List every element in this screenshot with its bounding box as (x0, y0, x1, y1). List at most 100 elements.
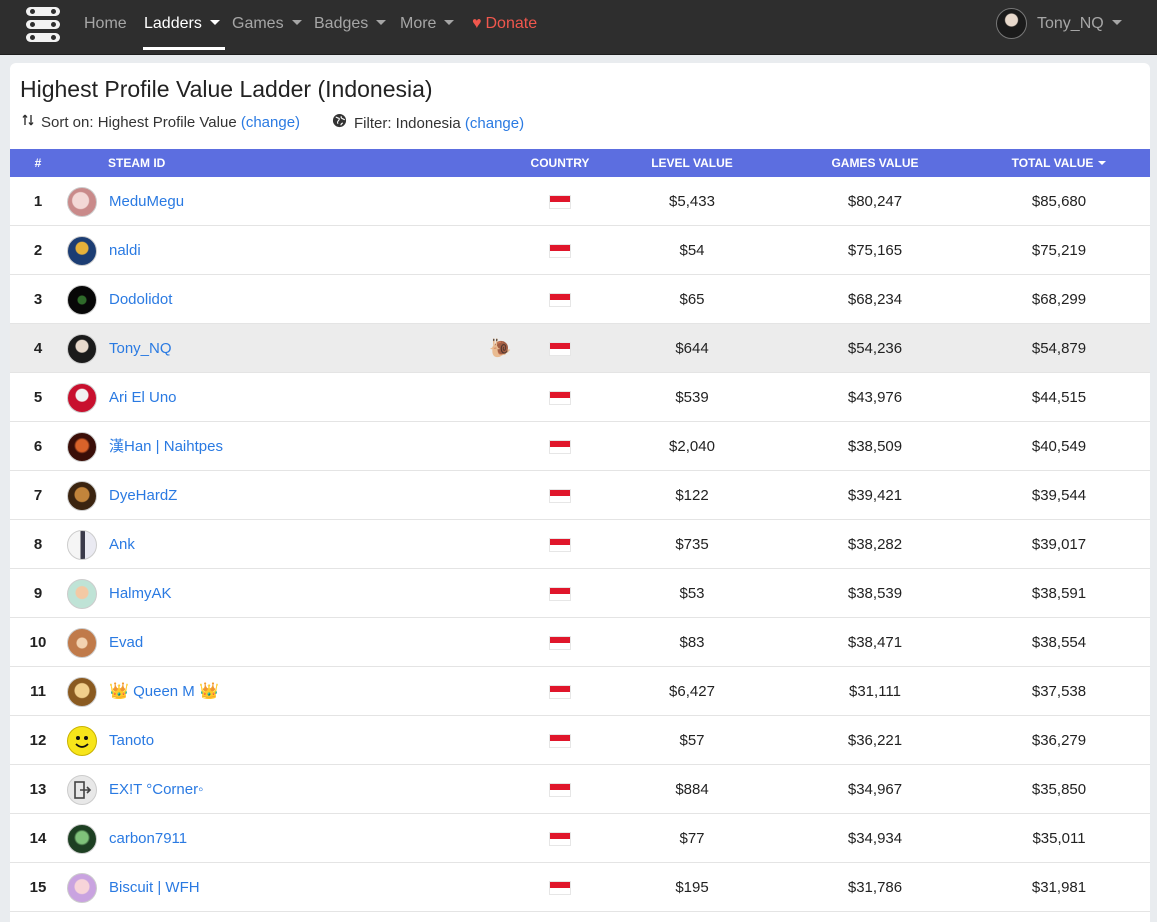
avatar[interactable] (67, 873, 97, 903)
total-value: $54,879 (1031, 340, 1087, 357)
level-value: $6,427 (669, 683, 715, 700)
player-name-link[interactable]: carbon7911 (109, 814, 187, 863)
player-name-link[interactable]: Biscuit | WFH (109, 863, 200, 912)
level-value: $53 (679, 585, 705, 602)
crown-icon: 👑 (198, 683, 219, 700)
games-value: $39,421 (847, 487, 903, 504)
avatar[interactable] (67, 432, 97, 462)
player-name-label: Queen M (133, 683, 195, 700)
games-value: $43,976 (847, 389, 903, 406)
rank: 14 (29, 830, 47, 847)
player-name-link[interactable]: MeduMegu (109, 177, 184, 226)
filter-change-link[interactable]: (change) (465, 115, 524, 132)
games-value: $38,471 (847, 634, 903, 651)
indonesia-flag-icon (549, 489, 571, 503)
header-total-value[interactable]: TOTAL VALUE (989, 149, 1129, 177)
player-name-link[interactable]: Evad (109, 618, 143, 667)
avatar[interactable] (67, 187, 97, 217)
nav-badges[interactable]: Badges (314, 0, 387, 50)
player-name-link[interactable]: 👑 Queen M 👑 (109, 667, 219, 716)
nav-home-label: Home (84, 15, 127, 32)
table-row: 10 Evad $83 $38,471 $38,554 (10, 618, 1150, 667)
level-value: $5,433 (669, 193, 715, 210)
level-value: $539 (675, 389, 709, 406)
nav-donate[interactable]: ♥ Donate (472, 0, 537, 50)
player-name-link[interactable]: Ari El Uno (109, 373, 177, 422)
header-steam-id[interactable]: STEAM ID (108, 149, 165, 177)
level-value: $77 (679, 830, 705, 847)
avatar[interactable] (67, 824, 97, 854)
avatar[interactable] (67, 628, 97, 658)
user-menu[interactable]: Tony_NQ (1037, 0, 1122, 50)
total-value: $75,219 (1031, 242, 1087, 259)
level-value: $57 (679, 732, 705, 749)
avatar[interactable] (67, 775, 97, 805)
player-name-link[interactable]: naldi (109, 226, 141, 275)
sort-icon (22, 113, 34, 131)
nav-more[interactable]: More (400, 0, 455, 50)
rank: 6 (33, 438, 43, 455)
page-title: Highest Profile Value Ladder (Indonesia) (20, 76, 433, 102)
indonesia-flag-icon (549, 832, 571, 846)
site-logo-icon[interactable] (24, 6, 62, 44)
player-name-link[interactable]: Tanoto (109, 716, 154, 765)
top-navbar: Home Ladders Games Badges More ♥ Donate T… (0, 0, 1157, 55)
nav-more-label: More (400, 15, 437, 32)
smiley-avatar[interactable] (67, 726, 97, 756)
nav-badges-label: Badges (314, 15, 369, 32)
avatar[interactable] (67, 334, 97, 364)
ladder-table-body: 1 MeduMegu $5,433 $80,247 $85,680 2 nald… (10, 177, 1150, 912)
player-name-link[interactable]: Dodolidot (109, 275, 172, 324)
avatar[interactable] (67, 481, 97, 511)
player-name-link[interactable]: DyeHardZ (109, 471, 177, 520)
nav-home[interactable]: Home (84, 0, 127, 50)
avatar[interactable] (67, 383, 97, 413)
rank: 8 (33, 536, 43, 553)
indonesia-flag-icon (549, 538, 571, 552)
player-name-link[interactable]: Ank (109, 520, 135, 569)
avatar[interactable] (67, 236, 97, 266)
level-value: $735 (675, 536, 709, 553)
table-header: # STEAM ID COUNTRY LEVEL VALUE GAMES VAL… (10, 149, 1150, 177)
sort-info: Sort on: Highest Profile Value (change) (22, 113, 300, 131)
level-value: $65 (679, 291, 705, 308)
games-value: $80,247 (847, 193, 903, 210)
indonesia-flag-icon (549, 391, 571, 405)
player-name-link[interactable]: HalmyAK (109, 569, 172, 618)
header-total-value-label: TOTAL VALUE (1011, 156, 1094, 170)
total-value: $36,279 (1031, 732, 1087, 749)
avatar[interactable] (67, 677, 97, 707)
level-value: $644 (675, 340, 709, 357)
nav-ladders-label: Ladders (144, 15, 202, 32)
globe-icon (332, 113, 347, 132)
player-name-link[interactable]: 漢Han | Naihtpes (109, 422, 223, 471)
games-value: $36,221 (847, 732, 903, 749)
games-value: $54,236 (847, 340, 903, 357)
games-value: $34,967 (847, 781, 903, 798)
player-name-link[interactable]: Tony_NQ (109, 324, 172, 373)
avatar[interactable] (67, 530, 97, 560)
user-avatar[interactable] (996, 8, 1027, 39)
table-row: 1 MeduMegu $5,433 $80,247 $85,680 (10, 177, 1150, 226)
header-rank: # (34, 156, 42, 170)
header-level-value[interactable]: LEVEL VALUE (622, 149, 762, 177)
total-value: $85,680 (1031, 193, 1087, 210)
rank: 4 (33, 340, 43, 357)
nav-donate-label: Donate (485, 15, 538, 32)
player-name-link[interactable]: EX!T °Corner◦ (109, 765, 203, 814)
header-games-value[interactable]: GAMES VALUE (805, 149, 945, 177)
rank: 9 (33, 585, 43, 602)
total-value: $40,549 (1031, 438, 1087, 455)
rank: 12 (29, 732, 47, 749)
user-name-label: Tony_NQ (1037, 15, 1104, 32)
indonesia-flag-icon (549, 587, 571, 601)
games-value: $31,786 (847, 879, 903, 896)
sort-change-link[interactable]: (change) (241, 114, 300, 131)
header-country[interactable]: COUNTRY (520, 149, 600, 177)
nav-ladders[interactable]: Ladders (143, 0, 225, 50)
level-value: $2,040 (669, 438, 715, 455)
avatar[interactable] (67, 285, 97, 315)
chevron-down-icon (1111, 20, 1122, 25)
avatar[interactable] (67, 579, 97, 609)
nav-games[interactable]: Games (232, 0, 302, 50)
